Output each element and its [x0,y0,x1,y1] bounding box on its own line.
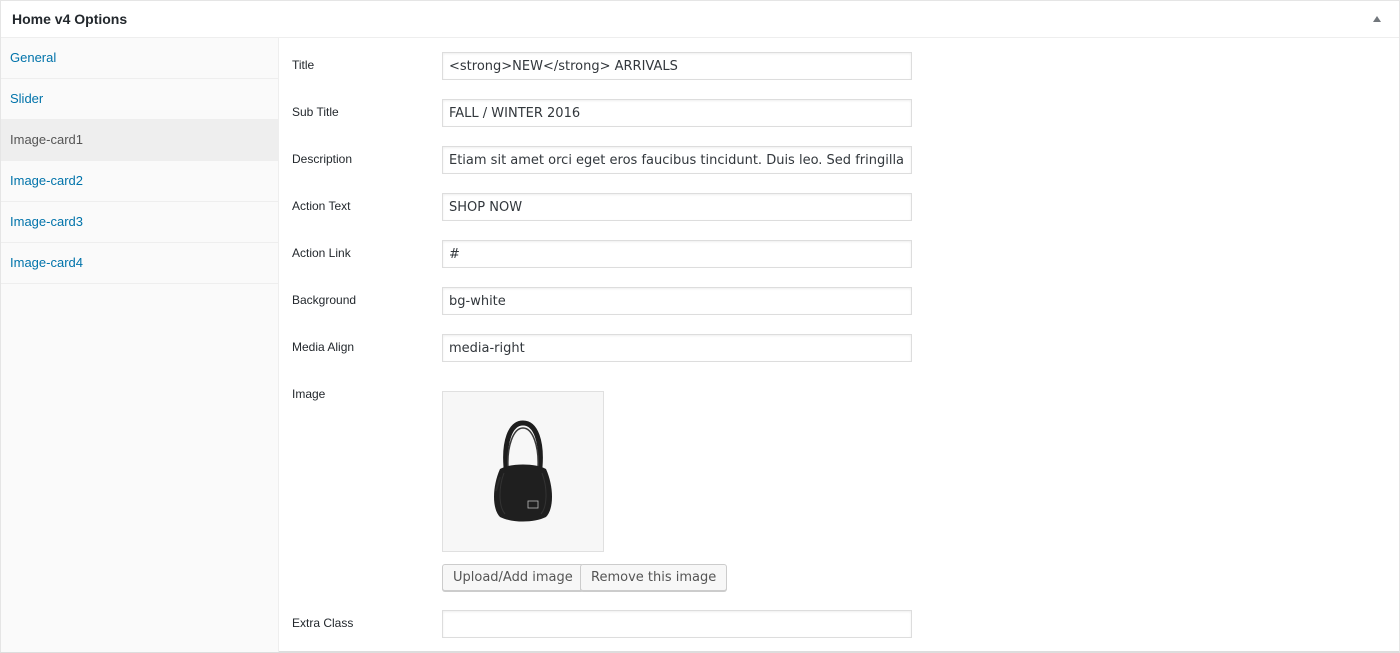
media-align-label: Media Align [292,340,355,354]
background-label: Background [292,293,357,307]
collapse-toggle-icon[interactable] [1373,16,1381,22]
sidebar-item-slider[interactable]: Slider [1,79,278,120]
extra-class-input[interactable] [442,610,912,638]
action-text-input[interactable] [442,193,912,221]
action-link-input[interactable] [442,240,912,268]
sub-title-label: Sub Title [292,105,339,119]
title-label: Title [292,58,315,72]
options-content: Title Sub Title Description Action Text … [280,38,1399,652]
extra-class-label: Extra Class [292,616,354,630]
title-input[interactable] [442,52,912,80]
upload-image-button[interactable]: Upload/Add image [442,564,584,591]
sidebar-item-general[interactable]: General [1,38,278,79]
sidebar-item-image-card2[interactable]: Image-card2 [1,161,278,202]
description-label: Description [292,152,353,166]
action-link-label: Action Link [292,246,351,260]
image-preview [442,391,604,552]
remove-image-button[interactable]: Remove this image [580,564,728,591]
background-input[interactable] [442,287,912,315]
sidebar-item-image-card1[interactable]: Image-card1 [1,120,278,161]
image-label: Image [292,387,326,401]
media-align-input[interactable] [442,334,912,362]
sidebar-item-image-card3[interactable]: Image-card3 [1,202,278,243]
panel-title: Home v4 Options [12,11,128,27]
description-input[interactable] [442,146,912,174]
sidebar-item-image-card4[interactable]: Image-card4 [1,243,278,284]
options-panel: Home v4 Options General Slider Image-car… [0,0,1400,653]
options-sidebar: General Slider Image-card1 Image-card2 I… [1,38,279,652]
handbag-image [494,419,552,521]
panel-header[interactable]: Home v4 Options [1,1,1399,38]
action-text-label: Action Text [292,199,351,213]
sub-title-input[interactable] [442,99,912,127]
